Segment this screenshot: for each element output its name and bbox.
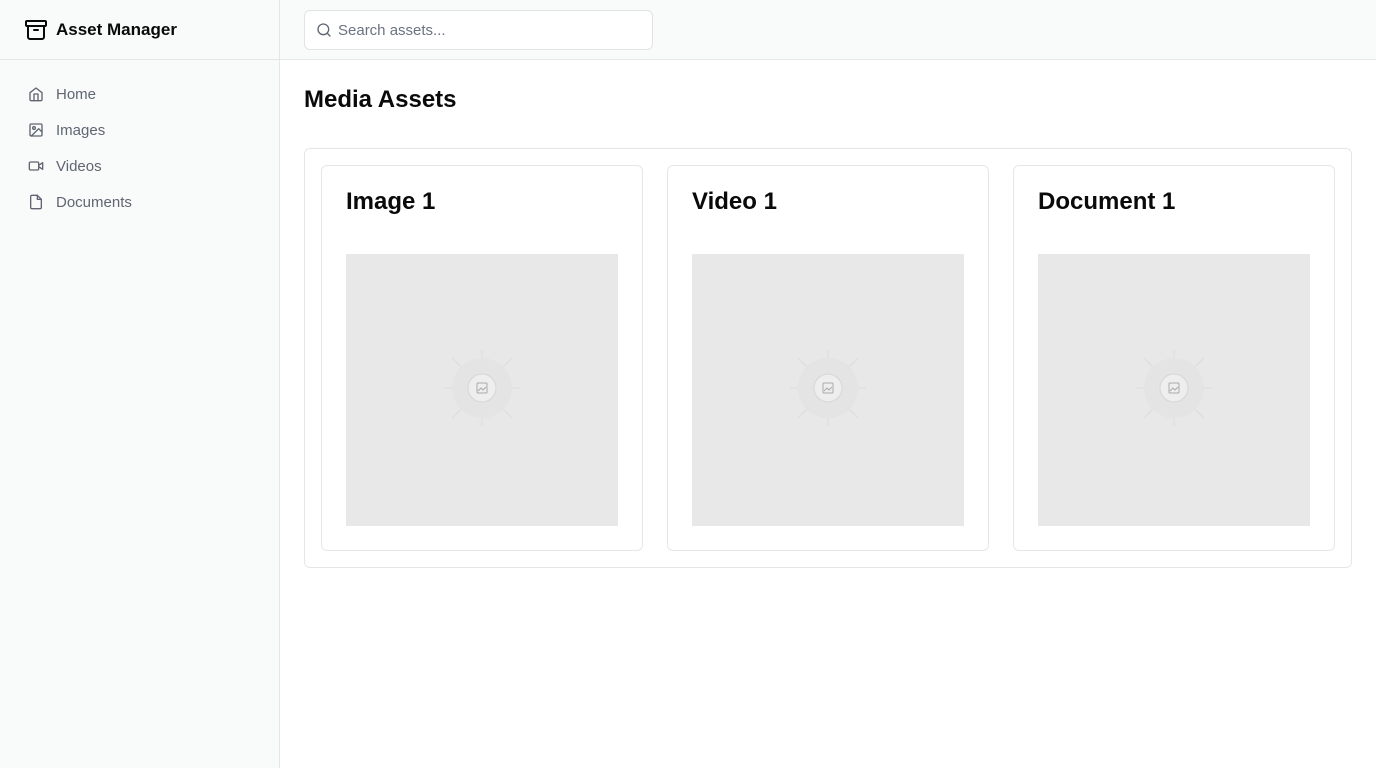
brand[interactable]: Asset Manager (0, 0, 279, 60)
asset-thumbnail (346, 254, 618, 526)
search-icon (316, 22, 332, 38)
image-icon (28, 122, 44, 138)
asset-card-video-1[interactable]: Video 1 (667, 165, 989, 551)
search-input[interactable] (305, 11, 652, 49)
asset-card-document-1[interactable]: Document 1 (1013, 165, 1335, 551)
archive-icon (24, 18, 48, 42)
sidebar-item-videos[interactable]: Videos (16, 148, 263, 184)
sidebar-item-documents[interactable]: Documents (16, 184, 263, 220)
sidebar-item-label: Videos (56, 157, 102, 175)
file-icon (28, 194, 44, 210)
asset-card-image-1[interactable]: Image 1 (321, 165, 643, 551)
sidebar-item-images[interactable]: Images (16, 112, 263, 148)
sidebar-item-label: Home (56, 85, 97, 103)
asset-title: Image 1 (346, 188, 436, 215)
asset-thumbnail (692, 254, 964, 526)
video-icon (28, 158, 44, 174)
sidebar: Asset Manager Home Images Videos Documen… (0, 0, 280, 768)
sidebar-item-label: Images (56, 121, 106, 139)
sidebar-nav: Home Images Videos Documents (0, 60, 279, 220)
image-placeholder-icon (444, 349, 520, 431)
asset-title: Video 1 (692, 188, 777, 215)
image-placeholder-icon (790, 349, 866, 431)
sidebar-item-label: Documents (56, 193, 132, 211)
asset-title: Document 1 (1038, 188, 1176, 215)
assets-panel: Image 1 Video 1 Document 1 (304, 148, 1352, 568)
page-title: Media Assets (304, 86, 457, 113)
topbar (280, 0, 1376, 60)
image-placeholder-icon (1136, 349, 1212, 431)
home-icon (28, 86, 44, 102)
app-title: Asset Manager (56, 19, 177, 39)
search-box[interactable] (304, 10, 653, 50)
sidebar-item-home[interactable]: Home (16, 76, 263, 112)
asset-thumbnail (1038, 254, 1310, 526)
